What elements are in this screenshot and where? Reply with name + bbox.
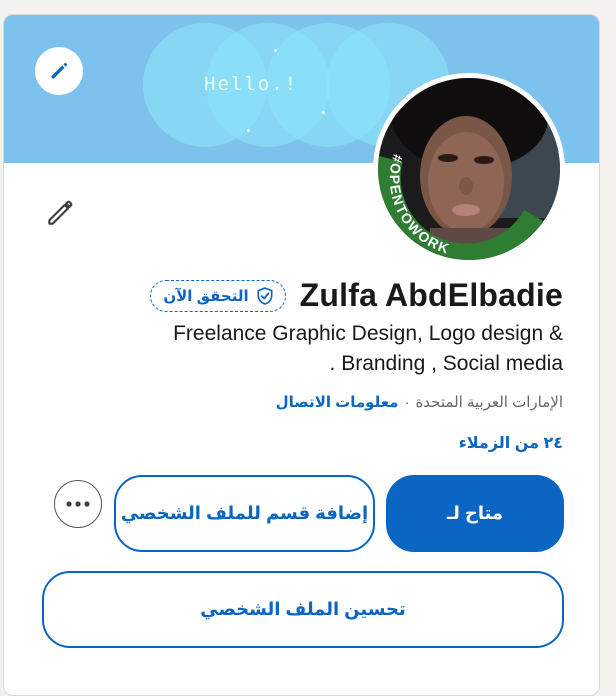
banner-star xyxy=(322,111,325,114)
more-icon xyxy=(66,501,90,507)
pencil-icon xyxy=(51,62,68,79)
connections-link[interactable]: ٢٤ من الزملاء xyxy=(459,433,563,453)
headline-line-1: Freelance Graphic Design, Logo design & xyxy=(173,322,563,345)
verify-now-button[interactable]: التحقق الآن xyxy=(150,279,286,312)
available-for-button[interactable]: متاح لـ xyxy=(386,475,564,552)
more-actions-button[interactable] xyxy=(54,480,102,528)
edit-banner-button[interactable] xyxy=(35,47,83,95)
banner-greeting: Hello.! xyxy=(204,73,299,95)
enhance-profile-label: تحسين الملف الشخصي xyxy=(200,599,406,619)
contact-info-link[interactable]: معلومات الاتصال xyxy=(276,394,399,411)
separator-dot: · xyxy=(404,394,410,411)
shield-check-icon xyxy=(257,286,273,305)
profile-name: Zulfa AbdElbadie xyxy=(299,277,563,313)
avatar: #OPENTOWORK xyxy=(378,78,560,260)
location-row: الإمارات العربية المتحدة · معلومات الاتصال xyxy=(276,393,563,411)
edit-profile-button[interactable] xyxy=(42,195,78,231)
profile-headline: Freelance Graphic Design, Logo design & … xyxy=(103,319,563,379)
location-text: الإمارات العربية المتحدة xyxy=(415,394,563,411)
headline-line-2: . Branding , Social media xyxy=(329,352,563,375)
banner-star xyxy=(247,129,250,132)
banner-star xyxy=(274,49,277,52)
name-row: التحقق الآن Zulfa AbdElbadie xyxy=(150,277,563,314)
profile-photo[interactable]: #OPENTOWORK xyxy=(373,73,565,265)
pencil-icon xyxy=(48,200,73,225)
avatar-image: #OPENTOWORK xyxy=(378,78,560,260)
available-for-label: متاح لـ xyxy=(446,503,504,523)
add-profile-section-button[interactable]: إضافة قسم للملف الشخصي xyxy=(114,475,375,552)
verify-label: التحقق الآن xyxy=(163,287,249,305)
add-profile-section-label: إضافة قسم للملف الشخصي xyxy=(120,503,369,523)
enhance-profile-button[interactable]: تحسين الملف الشخصي xyxy=(42,571,564,648)
profile-card: Hello.! #OPENTOWORK التحقق الآن Zulfa Ab… xyxy=(3,14,600,696)
